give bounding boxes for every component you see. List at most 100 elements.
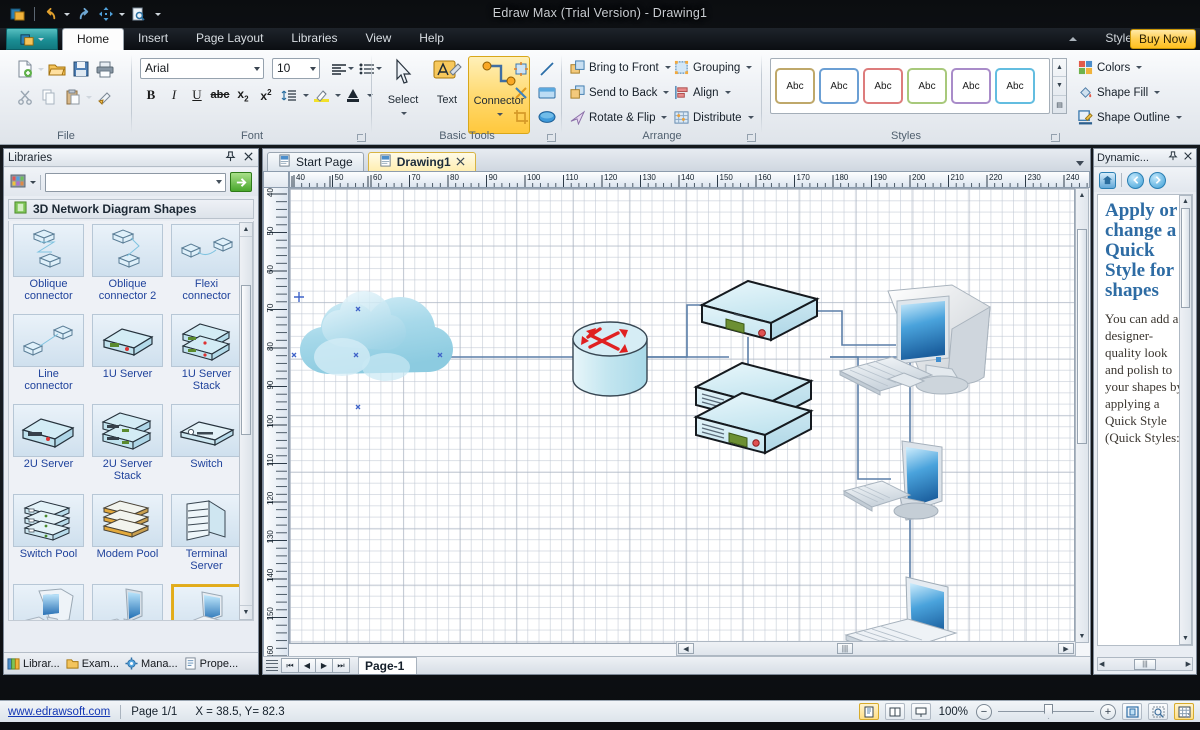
library-search-caret-icon[interactable] bbox=[216, 180, 222, 184]
select-tool-caret-icon[interactable] bbox=[401, 112, 407, 115]
crop-tool[interactable] bbox=[510, 106, 532, 128]
gallery-scroll-down-button[interactable]: ▼ bbox=[1053, 77, 1066, 95]
shape-item-switch[interactable]: Switch bbox=[171, 404, 242, 482]
cut-button[interactable] bbox=[14, 86, 36, 108]
buy-now-button[interactable]: Buy Now bbox=[1130, 29, 1196, 49]
send-to-back-button[interactable]: Send to Back bbox=[570, 85, 669, 100]
shape-item-2u-server[interactable]: 2U Server bbox=[13, 404, 84, 482]
close-icon[interactable] bbox=[1183, 151, 1193, 164]
first-page-button[interactable]: ⏮ bbox=[281, 658, 299, 673]
copy-button[interactable] bbox=[38, 86, 60, 108]
shape-item-flexi-connector[interactable]: Flexi connector bbox=[171, 224, 242, 302]
rotate-and-flip-button[interactable]: Rotate & Flip bbox=[570, 110, 667, 125]
basic-tools-dialog-launcher[interactable] bbox=[547, 133, 556, 142]
style-swatch-red[interactable]: Abc bbox=[863, 68, 903, 104]
canvas-scroll-left-button[interactable]: ◀ bbox=[678, 643, 694, 654]
line-spacing-caret-icon[interactable] bbox=[303, 94, 309, 97]
manage-tab[interactable]: Mana... bbox=[122, 654, 181, 674]
underline-button[interactable]: U bbox=[186, 84, 208, 106]
presentation-view-button[interactable] bbox=[911, 703, 931, 720]
canvas-scroll-right-button[interactable]: ▶ bbox=[1058, 643, 1074, 654]
shape-outline-button[interactable]: Shape Outline bbox=[1078, 110, 1182, 125]
font-name-combobox[interactable]: Arial bbox=[140, 58, 264, 79]
new-document-button[interactable] bbox=[14, 58, 36, 80]
pin-icon[interactable] bbox=[1168, 151, 1178, 164]
canvas-horizontal-scrollbar[interactable]: ◀ ||| ▶ bbox=[676, 641, 1076, 656]
select-tool-button[interactable]: Select bbox=[382, 56, 424, 120]
pin-icon[interactable] bbox=[225, 151, 236, 165]
canvas-vertical-scrollbar[interactable]: ▲ ▼ bbox=[1075, 188, 1089, 643]
library-search-combobox[interactable] bbox=[45, 173, 226, 192]
crosshair-tool[interactable] bbox=[510, 82, 532, 104]
shape-item-laptop[interactable]: Laptop bbox=[171, 584, 242, 621]
open-document-button[interactable] bbox=[46, 58, 68, 80]
shape-item-switch-pool[interactable]: Switch Pool bbox=[13, 494, 84, 572]
zoom-selection-button[interactable] bbox=[1148, 703, 1168, 720]
style-swatch-purple[interactable]: Abc bbox=[951, 68, 991, 104]
help-scroll-right-button[interactable]: ▶ bbox=[1186, 660, 1191, 668]
align-caret-icon[interactable] bbox=[725, 91, 731, 94]
shape-item-2u-server-stack[interactable]: 2U Server Stack bbox=[92, 404, 163, 482]
help-scroll-thumb[interactable] bbox=[1181, 208, 1190, 308]
library-go-button[interactable] bbox=[230, 172, 252, 192]
line-tool[interactable] bbox=[536, 58, 558, 80]
back-icon[interactable] bbox=[1127, 172, 1144, 189]
canvas-scroll-down-button[interactable]: ▼ bbox=[1076, 630, 1088, 642]
canvas-hscroll-thumb[interactable]: ||| bbox=[837, 643, 853, 654]
font-size-caret-icon[interactable] bbox=[310, 67, 316, 71]
help-scroll-down-button[interactable]: ▼ bbox=[1180, 633, 1191, 644]
strikethrough-button[interactable]: abc bbox=[209, 84, 231, 106]
bring-to-front-button[interactable]: Bring to Front bbox=[570, 60, 671, 75]
shape-item-oblique-connector[interactable]: Oblique connector bbox=[13, 224, 84, 302]
chevron-down-icon[interactable] bbox=[1076, 161, 1084, 166]
text-highlight-button[interactable] bbox=[310, 84, 332, 106]
bold-button[interactable]: B bbox=[140, 84, 162, 106]
subscript-button[interactable]: x2 bbox=[232, 84, 254, 106]
close-icon[interactable] bbox=[456, 155, 465, 169]
tab-libraries[interactable]: Libraries bbox=[277, 28, 351, 50]
style-swatch-cyan[interactable]: Abc bbox=[995, 68, 1035, 104]
forward-icon[interactable] bbox=[1149, 172, 1166, 189]
colors-caret-icon[interactable] bbox=[1136, 66, 1142, 69]
properties-tab[interactable]: Prope... bbox=[181, 654, 242, 674]
libraries-tab[interactable]: Librar... bbox=[4, 654, 63, 674]
zoom-slider-thumb[interactable] bbox=[1044, 704, 1053, 719]
tab-home[interactable]: Home bbox=[62, 28, 124, 50]
library-scroll-thumb[interactable] bbox=[241, 285, 251, 435]
rotate-and-flip-caret-icon[interactable] bbox=[661, 116, 667, 119]
previous-page-button[interactable]: ◀ bbox=[298, 658, 316, 673]
canvas-viewport[interactable] bbox=[289, 188, 1090, 659]
tab-insert[interactable]: Insert bbox=[124, 28, 182, 50]
format-painter-button[interactable] bbox=[94, 86, 116, 108]
fit-page-button[interactable] bbox=[1122, 703, 1142, 720]
font-dialog-launcher[interactable] bbox=[357, 133, 366, 142]
shape-item-1u-server[interactable]: 1U Server bbox=[92, 314, 163, 392]
shape-item-line-connector[interactable]: Line connector bbox=[13, 314, 84, 392]
zoom-in-button[interactable]: + bbox=[1100, 704, 1116, 720]
arrange-dialog-launcher[interactable] bbox=[747, 133, 756, 142]
shape-item-1u-server-stack[interactable]: 1U Server Stack bbox=[171, 314, 242, 392]
superscript-button[interactable]: x2 bbox=[255, 84, 277, 106]
home-icon[interactable] bbox=[1099, 172, 1116, 189]
shape-item-modem-pool[interactable]: Modem Pool bbox=[92, 494, 163, 572]
line-spacing-button[interactable] bbox=[278, 84, 300, 106]
page-tab-page-1[interactable]: Page-1 bbox=[358, 657, 417, 674]
drawing-page[interactable] bbox=[289, 188, 1075, 644]
text-highlight-caret-icon[interactable] bbox=[335, 94, 341, 97]
library-scrollbar[interactable]: ▲ ▼ bbox=[239, 222, 253, 620]
colors-button[interactable]: Colors bbox=[1078, 60, 1142, 75]
help-scroll-left-button[interactable]: ◀ bbox=[1099, 660, 1104, 668]
distribute-caret-icon[interactable] bbox=[748, 116, 754, 119]
gallery-more-button[interactable]: ▤ bbox=[1053, 96, 1066, 114]
tab-view[interactable]: View bbox=[351, 28, 405, 50]
library-category-icon[interactable] bbox=[10, 173, 26, 192]
canvas-scroll-up-button[interactable]: ▲ bbox=[1076, 189, 1088, 201]
tab-help[interactable]: Help bbox=[405, 28, 458, 50]
distribute-button[interactable]: Distribute bbox=[674, 110, 754, 125]
shape-fill-button[interactable]: Shape Fill bbox=[1078, 85, 1160, 100]
connector-tool-caret-icon[interactable] bbox=[497, 113, 503, 116]
zoom-slider[interactable] bbox=[998, 711, 1094, 712]
help-horizontal-scrollbar[interactable]: ◀ ||| ▶ bbox=[1097, 657, 1193, 671]
resize-grip[interactable] bbox=[1181, 708, 1191, 718]
examples-tab[interactable]: Exam... bbox=[63, 654, 122, 674]
